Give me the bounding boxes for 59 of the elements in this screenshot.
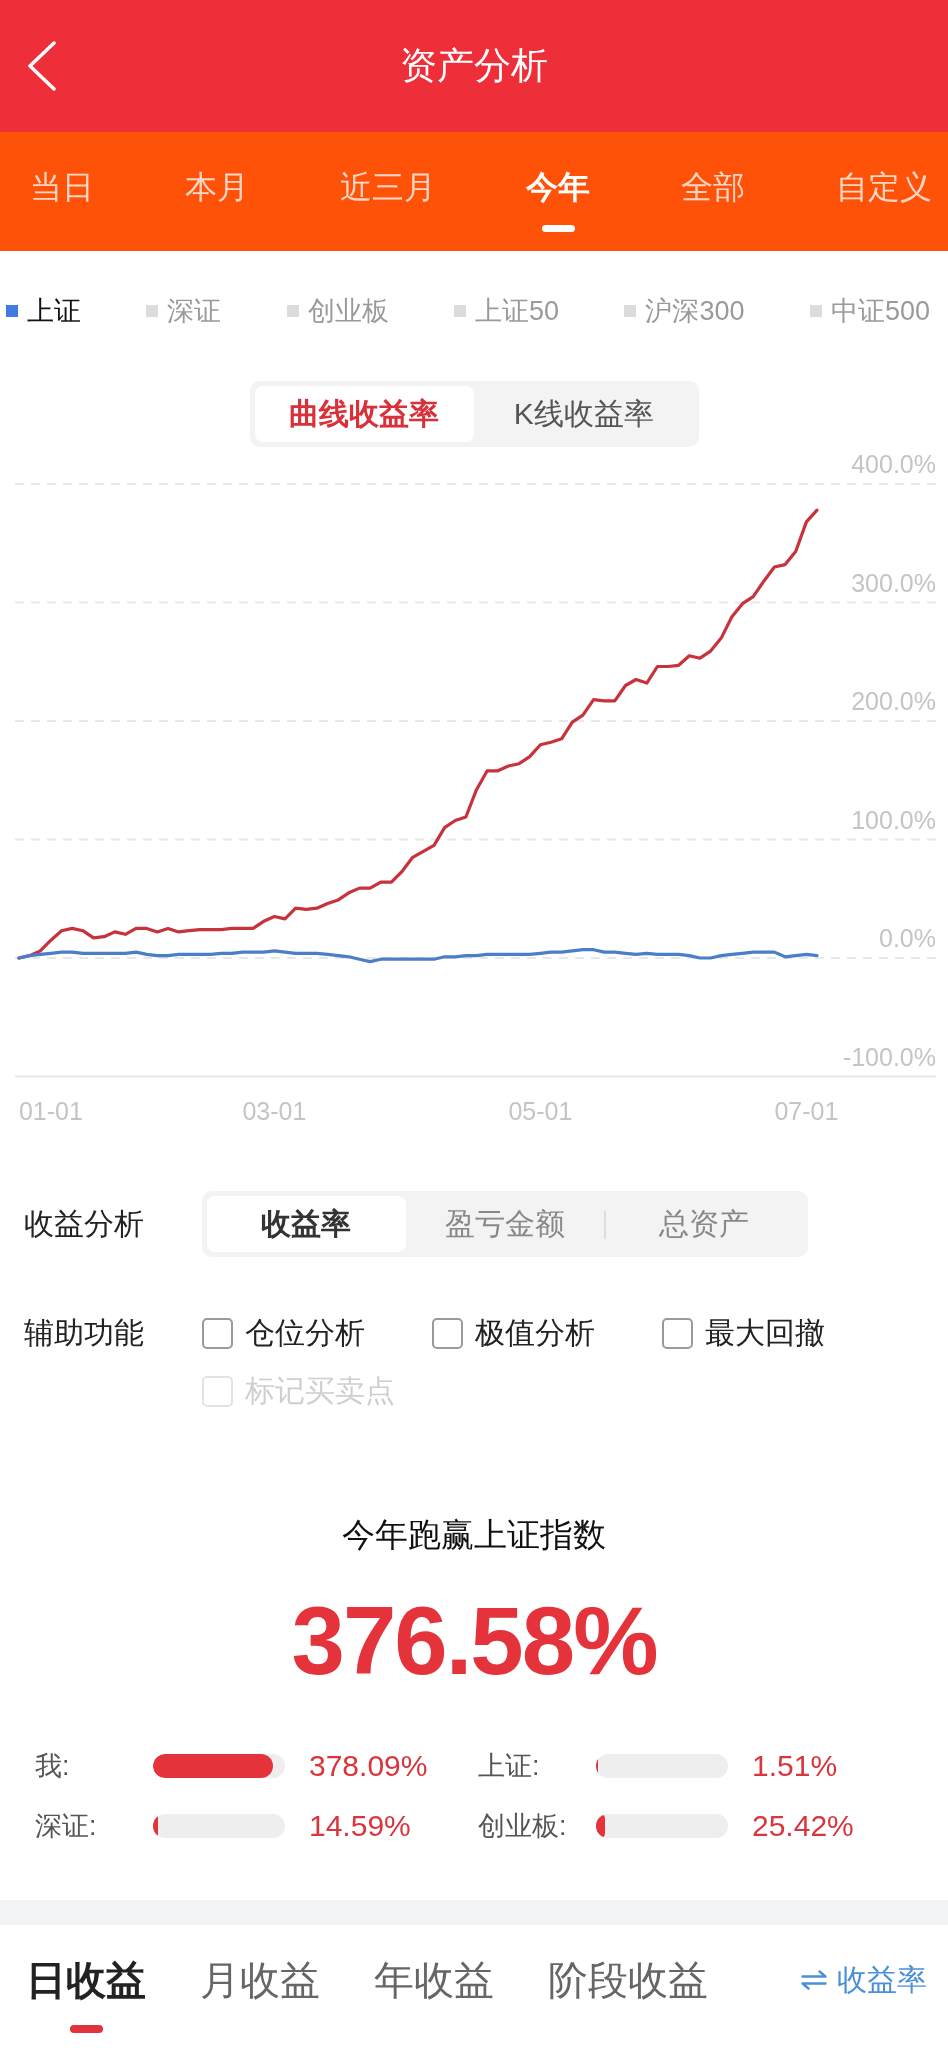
- legend-item[interactable]: 上证50: [454, 295, 560, 327]
- checkbox-option[interactable]: 仓位分析: [202, 1313, 365, 1353]
- earnings-tab[interactable]: 月收益: [200, 1956, 320, 2004]
- active-tab-indicator: [541, 225, 575, 232]
- chart-mode-tab[interactable]: K线收益率: [474, 386, 694, 442]
- legend-item[interactable]: 深证: [146, 295, 222, 327]
- comparison-value: 25.42%: [752, 1809, 854, 1843]
- earnings-tab[interactable]: 阶段收益: [548, 1956, 708, 2004]
- earnings-tab[interactable]: 年收益: [374, 1956, 494, 2004]
- period-tab[interactable]: 近三月: [339, 168, 436, 206]
- legend-marker-icon: [146, 305, 159, 317]
- legend-marker-icon: [6, 305, 18, 317]
- comparison-value: 378.09%: [309, 1749, 428, 1783]
- comparison-label: 我:: [35, 1750, 71, 1783]
- comparison-label: 深证:: [35, 1810, 98, 1843]
- analysis-mode-tab[interactable]: 收益率: [207, 1196, 406, 1252]
- legend-marker-icon: [809, 305, 822, 317]
- legend-marker-icon: [624, 305, 637, 317]
- excess-return-value: 376.58%: [291, 1586, 657, 1696]
- checkbox-option[interactable]: 最大回撤: [662, 1313, 825, 1353]
- legend-marker-icon: [286, 305, 299, 317]
- active-tab-indicator: [69, 2025, 103, 2033]
- x-axis-label: 01-01: [18, 1097, 83, 1125]
- legend-marker-icon: [454, 305, 467, 317]
- switch-metric-button[interactable]: 收益率: [801, 1956, 927, 2004]
- earnings-tab[interactable]: 日收益: [26, 1956, 146, 2033]
- x-axis-label: 07-01: [774, 1097, 839, 1125]
- analysis-mode-tab[interactable]: 总资产: [604, 1196, 803, 1252]
- analysis-mode-tab[interactable]: 盈亏金额: [405, 1196, 605, 1252]
- section-label: 收益分析: [24, 1206, 145, 1242]
- legend-item[interactable]: 上证: [6, 295, 81, 327]
- summary-title: 今年跑赢上证指数: [342, 1515, 606, 1555]
- legend-item[interactable]: 沪深300: [624, 295, 745, 327]
- period-tab[interactable]: 自定义: [836, 168, 932, 206]
- period-tab[interactable]: 全部: [681, 168, 746, 206]
- y-axis-label: 400.0%: [851, 450, 936, 478]
- back-icon: [27, 41, 57, 91]
- comparison-label: 上证:: [478, 1750, 541, 1783]
- y-axis-label: 300.0%: [851, 568, 936, 597]
- section-label: 辅助功能: [24, 1315, 145, 1351]
- legend-item[interactable]: 中证500: [809, 295, 930, 327]
- page-title: 资产分析: [400, 44, 548, 88]
- comparison-value: 1.51%: [752, 1749, 838, 1783]
- y-axis-label: 0.0%: [879, 924, 936, 952]
- comparison-label: 创业板:: [478, 1810, 568, 1843]
- period-tab[interactable]: 本月: [184, 168, 249, 206]
- swap-icon: [801, 1970, 827, 1990]
- back-button[interactable]: [27, 41, 57, 91]
- period-tab[interactable]: 当日: [30, 168, 94, 206]
- legend-item[interactable]: 创业板: [286, 295, 389, 327]
- y-axis-label: 200.0%: [851, 687, 936, 715]
- period-tab[interactable]: 今年: [526, 168, 591, 232]
- x-axis-label: 03-01: [242, 1097, 307, 1125]
- comparison-value: 14.59%: [309, 1809, 411, 1843]
- y-axis-label: -100.0%: [842, 1042, 936, 1071]
- checkbox-option[interactable]: 极值分析: [432, 1313, 595, 1353]
- x-axis-label: 05-01: [508, 1097, 573, 1125]
- chart-mode-tab[interactable]: 曲线收益率: [254, 386, 474, 442]
- y-axis-label: 100.0%: [851, 805, 936, 834]
